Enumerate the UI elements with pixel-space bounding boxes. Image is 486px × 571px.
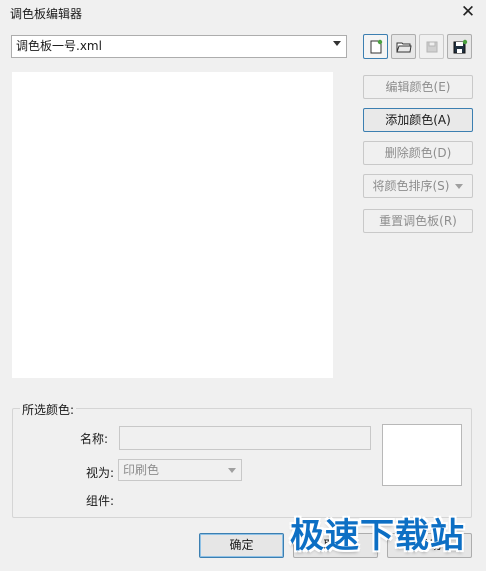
- edit-color-button[interactable]: 编辑颜色(E): [363, 75, 473, 99]
- save-icon: [426, 41, 438, 53]
- color-preview-swatch: [382, 424, 462, 486]
- new-palette-icon: [370, 39, 383, 54]
- selected-color-group-label: 所选颜色:: [20, 401, 77, 418]
- view-as-label: 视为:: [86, 466, 115, 480]
- save-as-palette-button[interactable]: [447, 34, 472, 59]
- sort-colors-label: 将颜色排序(S): [372, 179, 450, 193]
- save-palette-button[interactable]: [419, 34, 444, 59]
- sort-colors-button[interactable]: 将颜色排序(S): [363, 174, 473, 198]
- site-watermark: 极速下载站: [290, 516, 465, 556]
- open-folder-icon: [396, 42, 412, 53]
- view-as-select[interactable]: 印刷色: [118, 459, 242, 481]
- add-color-button[interactable]: 添加颜色(A): [363, 108, 473, 132]
- close-icon[interactable]: ✕: [458, 2, 478, 22]
- reset-palette-button[interactable]: 重置调色板(R): [363, 209, 473, 233]
- delete-color-button[interactable]: 删除颜色(D): [363, 141, 473, 165]
- save-as-icon: [453, 39, 468, 54]
- ok-button[interactable]: 确定: [199, 533, 284, 558]
- open-palette-button[interactable]: [391, 34, 416, 59]
- palette-color-grid[interactable]: [12, 72, 333, 378]
- name-field[interactable]: [119, 426, 371, 450]
- window-title: 调色板编辑器: [10, 7, 83, 21]
- chevron-down-icon: [455, 184, 464, 189]
- components-label: 组件:: [86, 494, 115, 508]
- palette-file-value: 调色板一号.xml: [16, 39, 102, 53]
- new-palette-button[interactable]: [363, 34, 388, 59]
- view-as-value: 印刷色: [123, 463, 160, 477]
- chevron-down-icon: [228, 468, 236, 473]
- name-label: 名称:: [80, 432, 109, 446]
- chevron-down-icon: [333, 41, 341, 46]
- palette-file-select[interactable]: 调色板一号.xml: [11, 35, 347, 58]
